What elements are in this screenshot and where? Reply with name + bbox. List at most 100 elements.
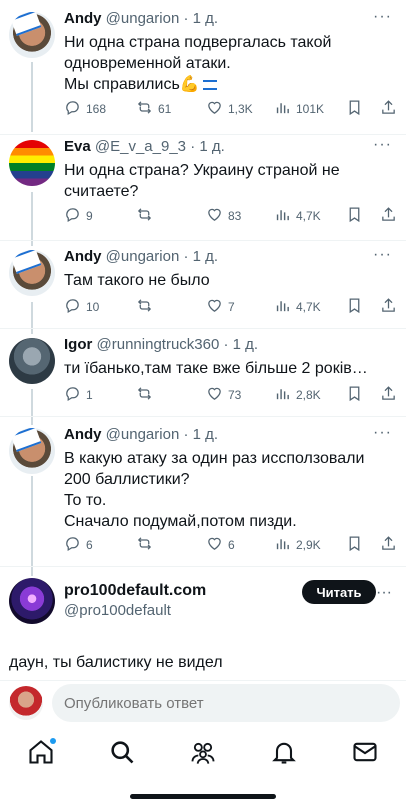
divider [0, 240, 406, 241]
more-icon[interactable]: ··· [373, 8, 392, 26]
israel-flag-icon [202, 79, 217, 90]
retweet-button[interactable] [136, 297, 158, 317]
tweet-text: ти їбанько,там таке вже більше 2 років… [64, 360, 368, 377]
author-handle[interactable]: @E_v_a_9_3 [95, 138, 186, 155]
reply-button[interactable]: 1 [64, 385, 93, 405]
retweet-icon [136, 535, 153, 555]
tweet-text: Ни одна страна подвергалась такой одновр… [64, 34, 332, 93]
home-indicator [130, 794, 276, 799]
share-button[interactable] [380, 206, 397, 226]
read-button[interactable]: Читать [302, 580, 376, 604]
share-button[interactable] [380, 385, 397, 405]
bookmark-button[interactable] [346, 297, 363, 317]
avatar[interactable] [9, 250, 55, 296]
like-button[interactable]: 83 [206, 206, 241, 226]
reply-text: даун, ты балистику не видел [9, 654, 223, 671]
more-icon[interactable]: ··· [373, 424, 392, 442]
user-avatar[interactable] [9, 686, 43, 720]
heart-icon [206, 99, 223, 119]
bookmark-button[interactable] [346, 99, 363, 119]
avatar[interactable] [9, 578, 55, 624]
retweet-button[interactable] [136, 535, 158, 555]
author-handle[interactable]: @ungarion [106, 248, 180, 265]
share-icon [380, 99, 397, 119]
messages-icon[interactable] [351, 738, 379, 766]
author-handle[interactable]: @runningtruck360 [97, 336, 220, 353]
share-button[interactable] [380, 297, 397, 317]
reply-button[interactable]: 9 [64, 206, 93, 226]
tweet-time[interactable]: 1 д. [233, 336, 258, 353]
views-button[interactable]: 4,7K [274, 297, 321, 317]
tweet-actions: 1 73 2,8K [64, 385, 397, 405]
divider [0, 566, 406, 567]
thread-line [31, 62, 33, 132]
reply-button[interactable]: 6 [64, 535, 93, 555]
author-name[interactable]: Andy [64, 10, 102, 27]
notifications-icon[interactable] [270, 738, 298, 766]
views-count: 4,7K [296, 300, 321, 314]
account-handle[interactable]: @pro100default [64, 602, 171, 619]
tweet-text: Ни одна страна? Украину страной не счита… [64, 162, 340, 200]
views-button[interactable]: 4,7K [274, 206, 321, 226]
more-icon[interactable]: ··· [376, 584, 392, 602]
retweet-button[interactable]: 61 [136, 99, 171, 119]
heart-icon [206, 535, 223, 555]
share-button[interactable] [380, 535, 397, 555]
reply-button[interactable]: 10 [64, 297, 99, 317]
tweet-time[interactable]: 1 д. [199, 138, 224, 155]
retweet-button[interactable] [136, 206, 158, 226]
author-name[interactable]: Igor [64, 336, 92, 353]
like-button[interactable]: 7 [206, 297, 235, 317]
author-name[interactable]: Eva [64, 138, 91, 155]
likes-count: 6 [228, 538, 235, 552]
replies-count: 1 [86, 388, 93, 402]
bookmark-icon [346, 385, 363, 405]
more-icon[interactable]: ··· [373, 136, 392, 154]
like-button[interactable]: 73 [206, 385, 241, 405]
bookmark-button[interactable] [346, 206, 363, 226]
views-button[interactable]: 101K [274, 99, 324, 119]
divider [0, 416, 406, 417]
tweet-actions: 6 6 2,9K [64, 535, 397, 555]
avatar[interactable] [9, 338, 55, 384]
tweet-text: В какую атаку за один раз иссползовали 2… [64, 450, 365, 530]
avatar[interactable] [9, 140, 55, 186]
author-handle[interactable]: @ungarion [106, 10, 180, 27]
tweet-time[interactable]: 1 д. [193, 248, 218, 265]
bookmark-button[interactable] [346, 535, 363, 555]
likes-count: 1,3K [228, 102, 253, 116]
views-button[interactable]: 2,8K [274, 385, 321, 405]
author-name[interactable]: Andy [64, 426, 102, 443]
reply-button[interactable]: 168 [64, 99, 106, 119]
more-icon[interactable]: ··· [373, 246, 392, 264]
search-icon[interactable] [108, 738, 136, 766]
bookmark-icon [346, 535, 363, 555]
share-button[interactable] [380, 99, 397, 119]
like-button[interactable]: 6 [206, 535, 235, 555]
bookmark-button[interactable] [346, 385, 363, 405]
tweet-time[interactable]: 1 д. [193, 426, 218, 443]
views-button[interactable]: 2,9K [274, 535, 321, 555]
reply-input[interactable] [52, 684, 400, 722]
views-icon [274, 535, 291, 555]
avatar[interactable] [9, 428, 55, 474]
tweet-time[interactable]: 1 д. [193, 10, 218, 27]
thread-line [31, 192, 33, 246]
thread-line [31, 302, 33, 334]
home-icon[interactable] [27, 738, 56, 766]
account-name[interactable]: pro100default.com [64, 582, 206, 600]
reply-bar [0, 682, 406, 724]
author-handle[interactable]: @ungarion [106, 426, 180, 443]
comment-icon [64, 297, 81, 317]
tweet-header: Andy @ungarion · 1 д. [64, 426, 219, 443]
tweet-header: Igor @runningtruck360 · 1 д. [64, 336, 259, 353]
tweet-header: Eva @E_v_a_9_3 · 1 д. [64, 138, 225, 155]
avatar[interactable] [9, 12, 55, 58]
like-button[interactable]: 1,3K [206, 99, 253, 119]
views-count: 2,8K [296, 388, 321, 402]
views-icon [274, 99, 291, 119]
replies-count: 9 [86, 209, 93, 223]
communities-icon[interactable] [189, 738, 217, 766]
retweet-button[interactable] [136, 385, 158, 405]
author-name[interactable]: Andy [64, 248, 102, 265]
